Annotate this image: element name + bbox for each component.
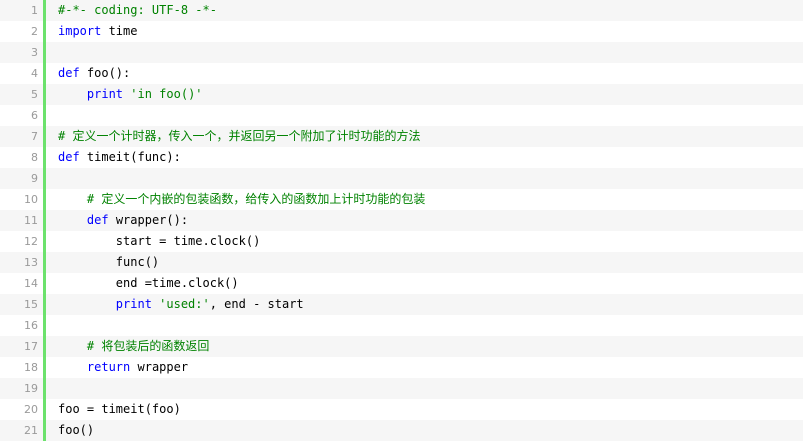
code-line: 17 # 将包装后的函数返回 xyxy=(0,336,803,357)
code-line: 16 xyxy=(0,315,803,336)
code-token: foo(): xyxy=(79,66,131,80)
line-number: 6 xyxy=(0,105,46,126)
comment-token: # 定义一个计时器，传入一个，并返回另一个附加了计时功能的方法 xyxy=(58,129,421,143)
line-number: 1 xyxy=(0,0,46,21)
code-text: # 定义一个计时器，传入一个，并返回另一个附加了计时功能的方法 xyxy=(46,126,420,147)
code-line: 9 xyxy=(0,168,803,189)
code-line: 6 xyxy=(0,105,803,126)
code-line: 10 # 定义一个内嵌的包装函数，给传入的函数加上计时功能的包装 xyxy=(0,189,803,210)
code-line: 3 xyxy=(0,42,803,63)
line-number: 2 xyxy=(0,21,46,42)
code-token: foo = timeit(foo) xyxy=(58,402,181,416)
comment-token: # 将包装后的函数返回 xyxy=(86,339,210,353)
keyword-token: def xyxy=(58,150,80,164)
code-text: print 'in foo()' xyxy=(46,84,203,105)
code-line: 14 end =time.clock() xyxy=(0,273,803,294)
code-text: def wrapper(): xyxy=(46,210,188,231)
code-token: wrapper(): xyxy=(108,213,189,227)
code-line: 18 return wrapper xyxy=(0,357,803,378)
code-text: # 将包装后的函数返回 xyxy=(46,336,209,357)
line-number: 19 xyxy=(0,378,46,399)
code-text: import time xyxy=(46,21,137,42)
line-number: 15 xyxy=(0,294,46,315)
keyword-token: print xyxy=(115,297,152,311)
code-line: 20 foo = timeit(foo) xyxy=(0,399,803,420)
code-token: timeit(func): xyxy=(79,150,181,164)
line-number: 18 xyxy=(0,357,46,378)
string-token: 'in foo()' xyxy=(130,87,203,101)
line-number: 14 xyxy=(0,273,46,294)
keyword-token: return xyxy=(86,360,131,374)
code-line: 19 xyxy=(0,378,803,399)
line-number: 3 xyxy=(0,42,46,63)
string-token: 'used:' xyxy=(159,297,210,311)
code-text: print 'used:', end - start xyxy=(46,294,304,315)
code-text: return wrapper xyxy=(46,357,188,378)
code-line: 7 # 定义一个计时器，传入一个，并返回另一个附加了计时功能的方法 xyxy=(0,126,803,147)
line-number: 21 xyxy=(0,420,46,441)
code-token: end =time.clock() xyxy=(58,276,239,290)
line-number: 9 xyxy=(0,168,46,189)
code-text: foo = timeit(foo) xyxy=(46,399,181,420)
line-number: 5 xyxy=(0,84,46,105)
line-number: 16 xyxy=(0,315,46,336)
code-token: wrapper xyxy=(130,360,189,374)
line-number: 7 xyxy=(0,126,46,147)
comment-token: #-*- coding: UTF-8 -*- xyxy=(58,3,217,17)
code-token: foo() xyxy=(58,423,95,437)
code-line: 2 import time xyxy=(0,21,803,42)
code-token: , end - start xyxy=(209,297,304,311)
line-number: 10 xyxy=(0,189,46,210)
code-text: func() xyxy=(46,252,159,273)
code-token: time xyxy=(101,24,138,38)
keyword-token: def xyxy=(86,213,109,227)
line-number: 17 xyxy=(0,336,46,357)
code-text: start = time.clock() xyxy=(46,231,261,252)
line-number: 13 xyxy=(0,252,46,273)
comment-token: # 定义一个内嵌的包装函数，给传入的函数加上计时功能的包装 xyxy=(86,192,426,206)
code-text: foo() xyxy=(46,420,94,441)
code-line: 4 def foo(): xyxy=(0,63,803,84)
line-number: 12 xyxy=(0,231,46,252)
code-block: 1 #-*- coding: UTF-8 -*- 2 import time 3 4 def… xyxy=(0,0,803,445)
code-line: 12 start = time.clock() xyxy=(0,231,803,252)
line-number: 4 xyxy=(0,63,46,84)
code-line: 11 def wrapper(): xyxy=(0,210,803,231)
line-number: 8 xyxy=(0,147,46,168)
keyword-token: print xyxy=(86,87,124,101)
code-token: start = time.clock() xyxy=(58,234,261,248)
code-line: 8 def timeit(func): xyxy=(0,147,803,168)
line-number: 20 xyxy=(0,399,46,420)
code-line: 13 func() xyxy=(0,252,803,273)
code-line: 21 foo() xyxy=(0,420,803,441)
line-number: 11 xyxy=(0,210,46,231)
code-line: 15 print 'used:', end - start xyxy=(0,294,803,315)
code-text: def timeit(func): xyxy=(46,147,181,168)
code-token: func() xyxy=(58,255,160,269)
keyword-token: def xyxy=(58,66,80,80)
code-text: end =time.clock() xyxy=(46,273,239,294)
code-text: def foo(): xyxy=(46,63,130,84)
code-line: 5 print 'in foo()' xyxy=(0,84,803,105)
code-text: #-*- coding: UTF-8 -*- xyxy=(46,0,217,21)
code-line: 1 #-*- coding: UTF-8 -*- xyxy=(0,0,803,21)
code-text: # 定义一个内嵌的包装函数，给传入的函数加上计时功能的包装 xyxy=(46,189,425,210)
keyword-token: import xyxy=(58,24,102,38)
